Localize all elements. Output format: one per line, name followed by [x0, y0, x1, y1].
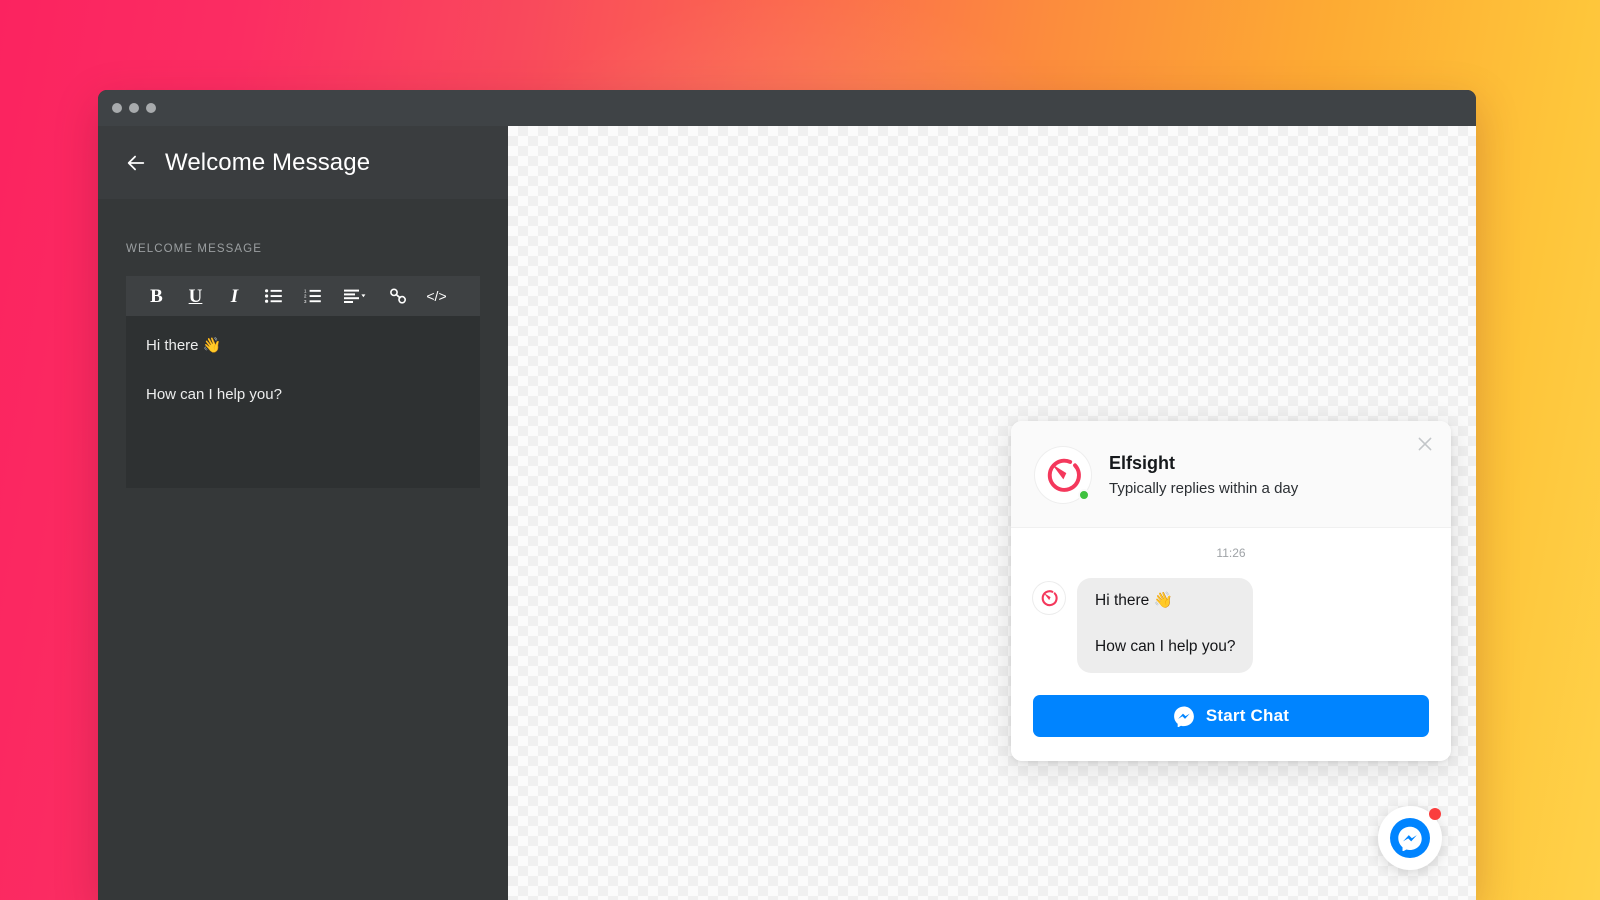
maximize-dot[interactable]	[146, 103, 156, 113]
chat-widget-footer: Start Chat	[1011, 672, 1451, 761]
sidebar-content: WELCOME MESSAGE B U I 1 2 3 </> Hi there…	[98, 199, 508, 488]
messenger-launcher-button[interactable]	[1378, 806, 1442, 870]
messenger-icon	[1173, 706, 1194, 727]
ordered-list-icon: 1 2 3	[304, 289, 321, 303]
welcome-message-textarea[interactable]: Hi there 👋 How can I help you?	[126, 316, 480, 488]
chat-message-line: Hi there 👋	[1095, 592, 1173, 609]
chat-message-line: How can I help you?	[1095, 638, 1236, 656]
preview-canvas: Elfsight Typically replies within a day …	[508, 126, 1476, 900]
italic-button[interactable]: I	[215, 276, 254, 316]
bullet-list-button[interactable]	[254, 276, 293, 316]
notification-badge	[1429, 808, 1441, 820]
reply-time-text: Typically replies within a day	[1109, 479, 1299, 497]
message-avatar	[1033, 582, 1065, 614]
rich-text-editor: B U I 1 2 3 </> Hi there 👋 How can I hel…	[126, 276, 480, 488]
bold-icon: B	[150, 285, 163, 307]
underline-button[interactable]: U	[176, 276, 215, 316]
editor-toolbar: B U I 1 2 3 </>	[126, 276, 480, 316]
brand-name: Elfsight	[1109, 452, 1175, 473]
bold-button[interactable]: B	[137, 276, 176, 316]
start-chat-label: Start Chat	[1205, 705, 1290, 725]
page-title: Welcome Message	[165, 148, 371, 176]
welcome-message-field-label: WELCOME MESSAGE	[126, 243, 262, 255]
avatar	[1035, 447, 1091, 503]
messenger-icon	[1398, 826, 1422, 851]
numbered-list-button[interactable]: 1 2 3	[293, 276, 332, 316]
arrow-left-icon[interactable]	[125, 152, 147, 174]
settings-sidebar: Welcome Message WELCOME MESSAGE B U I 1 …	[98, 126, 508, 900]
messenger-launcher-inner	[1390, 818, 1430, 858]
code-icon: </>	[426, 288, 447, 304]
browser-window-mockup: Welcome Message WELCOME MESSAGE B U I 1 …	[98, 90, 1476, 900]
chat-widget-body: 11:26 Hi there 👋 How can I help you?	[1011, 528, 1451, 673]
editor-line: Hi there 👋	[146, 337, 222, 354]
window-body: Welcome Message WELCOME MESSAGE B U I 1 …	[98, 126, 1476, 900]
chat-widget-identity: Elfsight Typically replies within a day	[1109, 452, 1298, 499]
message-timestamp: 11:26	[1216, 546, 1246, 560]
italic-icon: I	[230, 285, 239, 307]
chat-widget-header: Elfsight Typically replies within a day	[1011, 421, 1451, 528]
online-status-dot	[1078, 489, 1090, 501]
unordered-list-icon	[265, 289, 282, 303]
chat-widget-preview: Elfsight Typically replies within a day …	[1011, 421, 1451, 761]
link-button[interactable]	[378, 276, 417, 316]
minimize-dot[interactable]	[129, 103, 139, 113]
close-dot[interactable]	[112, 103, 122, 113]
underline-icon: U	[188, 285, 203, 307]
chat-message-bubble: Hi there 👋 How can I help you?	[1077, 578, 1254, 673]
close-icon	[1418, 437, 1432, 451]
link-icon	[389, 288, 406, 304]
elfsight-logo-icon	[1047, 458, 1081, 492]
align-left-icon	[344, 289, 366, 303]
elfsight-logo-icon	[1041, 590, 1058, 607]
svg-text:3: 3	[304, 299, 307, 303]
window-titlebar	[98, 90, 1476, 126]
align-button[interactable]	[332, 276, 378, 316]
start-chat-button[interactable]: Start Chat	[1033, 694, 1429, 737]
code-button[interactable]: </>	[417, 276, 456, 316]
page-background: Welcome Message WELCOME MESSAGE B U I 1 …	[0, 0, 1600, 900]
close-button[interactable]	[1414, 433, 1436, 455]
sidebar-header: Welcome Message	[98, 126, 508, 199]
editor-line: How can I help you?	[146, 386, 282, 404]
chat-message-row: Hi there 👋 How can I help you?	[1033, 578, 1429, 673]
